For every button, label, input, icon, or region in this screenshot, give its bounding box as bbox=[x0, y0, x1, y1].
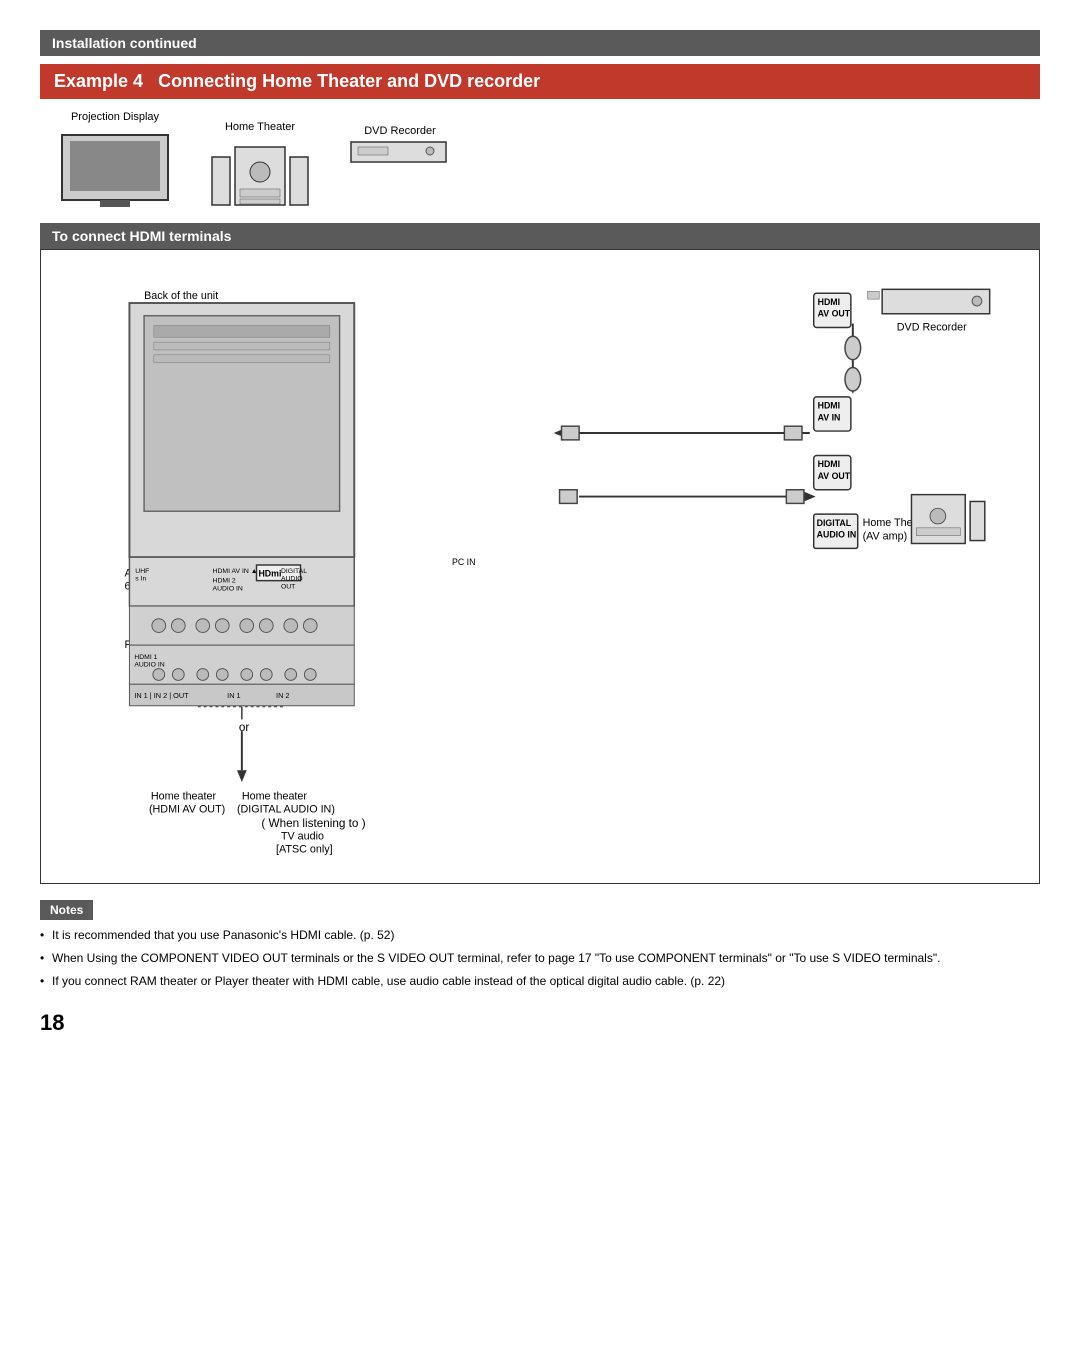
dvd-recorder-item: DVD Recorder bbox=[350, 125, 450, 166]
svg-text:HDMI AV IN ▲: HDMI AV IN ▲ bbox=[213, 568, 258, 575]
projection-display-icon bbox=[60, 127, 170, 207]
svg-text:UHF: UHF bbox=[135, 568, 149, 575]
home-theater-icon bbox=[210, 137, 310, 207]
svg-text:AUDIO IN: AUDIO IN bbox=[134, 662, 164, 669]
svg-text:IN 2: IN 2 bbox=[276, 691, 289, 700]
notes-list: It is recommended that you use Panasonic… bbox=[40, 926, 1040, 990]
svg-text:Back of the unit: Back of the unit bbox=[144, 290, 218, 302]
note-item-2: When Using the COMPONENT VIDEO OUT termi… bbox=[40, 949, 1040, 967]
svg-text:(DIGITAL AUDIO IN): (DIGITAL AUDIO IN) bbox=[237, 803, 335, 815]
home-theater-label: Home Theater bbox=[225, 121, 295, 133]
svg-text:HDMI 1: HDMI 1 bbox=[134, 654, 157, 661]
page-number: 18 bbox=[40, 1010, 1040, 1036]
projection-display-item: Projection Display bbox=[60, 111, 170, 207]
svg-text:HDmi: HDmi bbox=[258, 569, 281, 579]
svg-text:DIGITAL: DIGITAL bbox=[817, 518, 852, 528]
svg-text:PC IN: PC IN bbox=[452, 557, 475, 567]
svg-text:AV OUT: AV OUT bbox=[818, 309, 851, 319]
svg-text:TV audio: TV audio bbox=[281, 831, 324, 843]
diagram-box: Back of the unit AC 120 V 60 Hz Power Co… bbox=[40, 249, 1040, 884]
svg-text:HDMI: HDMI bbox=[818, 297, 840, 307]
svg-text:[ATSC only]: [ATSC only] bbox=[276, 843, 333, 855]
svg-text:or: or bbox=[239, 721, 250, 734]
svg-text:OUT: OUT bbox=[281, 583, 296, 590]
home-theater-item: Home Theater bbox=[210, 121, 310, 207]
svg-text:AUDIO IN: AUDIO IN bbox=[817, 530, 857, 540]
svg-text:Home theater: Home theater bbox=[242, 791, 308, 803]
svg-text:DIGITAL: DIGITAL bbox=[281, 568, 307, 575]
svg-text:AUDIO IN: AUDIO IN bbox=[213, 585, 243, 592]
notes-section: Notes It is recommended that you use Pan… bbox=[40, 900, 1040, 990]
svg-text:AV IN: AV IN bbox=[818, 412, 841, 422]
svg-text:DVD Recorder: DVD Recorder bbox=[897, 321, 967, 333]
svg-text:(HDMI AV OUT): (HDMI AV OUT) bbox=[149, 803, 225, 815]
svg-text:IN 1 | IN 2 | OUT: IN 1 | IN 2 | OUT bbox=[134, 691, 189, 700]
projection-display-label: Projection Display bbox=[71, 111, 159, 123]
installation-header: Installation continued bbox=[40, 30, 1040, 56]
note-item-1: It is recommended that you use Panasonic… bbox=[40, 926, 1040, 944]
dvd-recorder-icon-top bbox=[350, 141, 450, 166]
svg-text:AUDIO: AUDIO bbox=[281, 576, 303, 583]
device-overview: Projection Display Home Theater DVD Reco… bbox=[40, 111, 1040, 207]
svg-text:HDMI: HDMI bbox=[818, 459, 840, 469]
svg-text:AV OUT: AV OUT bbox=[818, 471, 851, 481]
svg-text:( When listening to ): ( When listening to ) bbox=[261, 817, 365, 830]
dvd-recorder-label: DVD Recorder bbox=[364, 125, 436, 137]
svg-text:HDMI 2: HDMI 2 bbox=[213, 578, 236, 585]
example4-header: Example 4 Connecting Home Theater and DV… bbox=[40, 64, 1040, 99]
notes-header: Notes bbox=[40, 900, 93, 920]
svg-text:HDMI: HDMI bbox=[818, 401, 840, 411]
svg-text:s In: s In bbox=[135, 576, 146, 583]
note-item-3: If you connect RAM theater or Player the… bbox=[40, 972, 1040, 990]
svg-text:IN 1: IN 1 bbox=[227, 691, 240, 700]
svg-text:Home theater: Home theater bbox=[151, 791, 217, 803]
svg-text:(AV amp): (AV amp) bbox=[863, 531, 908, 543]
hdmi-section-header: To connect HDMI terminals bbox=[40, 223, 1040, 249]
connection-diagram: Back of the unit AC 120 V 60 Hz Power Co… bbox=[61, 270, 1019, 860]
